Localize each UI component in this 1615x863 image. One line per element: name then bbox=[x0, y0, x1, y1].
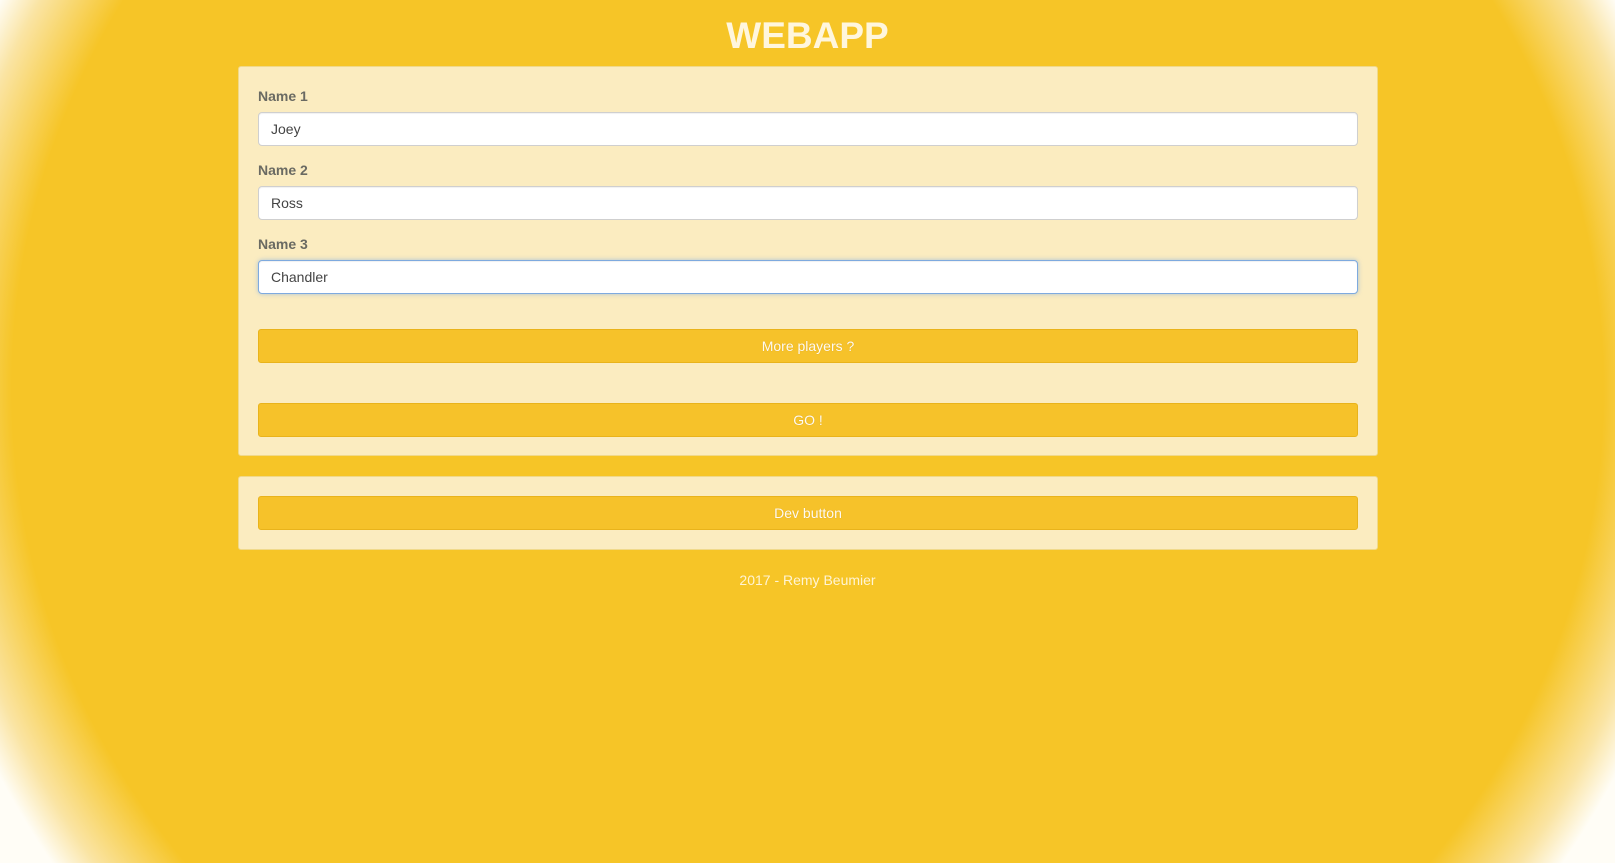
name-1-label: Name 1 bbox=[258, 88, 308, 104]
name-3-input[interactable] bbox=[258, 260, 1358, 294]
players-form-panel: Name 1 Name 2 Name 3 More players ? GO ! bbox=[238, 66, 1378, 456]
footer-credit: 2017 - Remy Beumier bbox=[739, 572, 876, 588]
go-button[interactable]: GO ! bbox=[258, 403, 1358, 437]
dev-button[interactable]: Dev button bbox=[258, 496, 1358, 530]
name-2-label: Name 2 bbox=[258, 162, 308, 178]
app-title: WEBAPP bbox=[726, 15, 889, 56]
dev-panel: Dev button bbox=[238, 476, 1378, 550]
name-1-input[interactable] bbox=[258, 112, 1358, 146]
name-3-label: Name 3 bbox=[258, 236, 308, 252]
name-2-input[interactable] bbox=[258, 186, 1358, 220]
more-players-button[interactable]: More players ? bbox=[258, 329, 1358, 363]
